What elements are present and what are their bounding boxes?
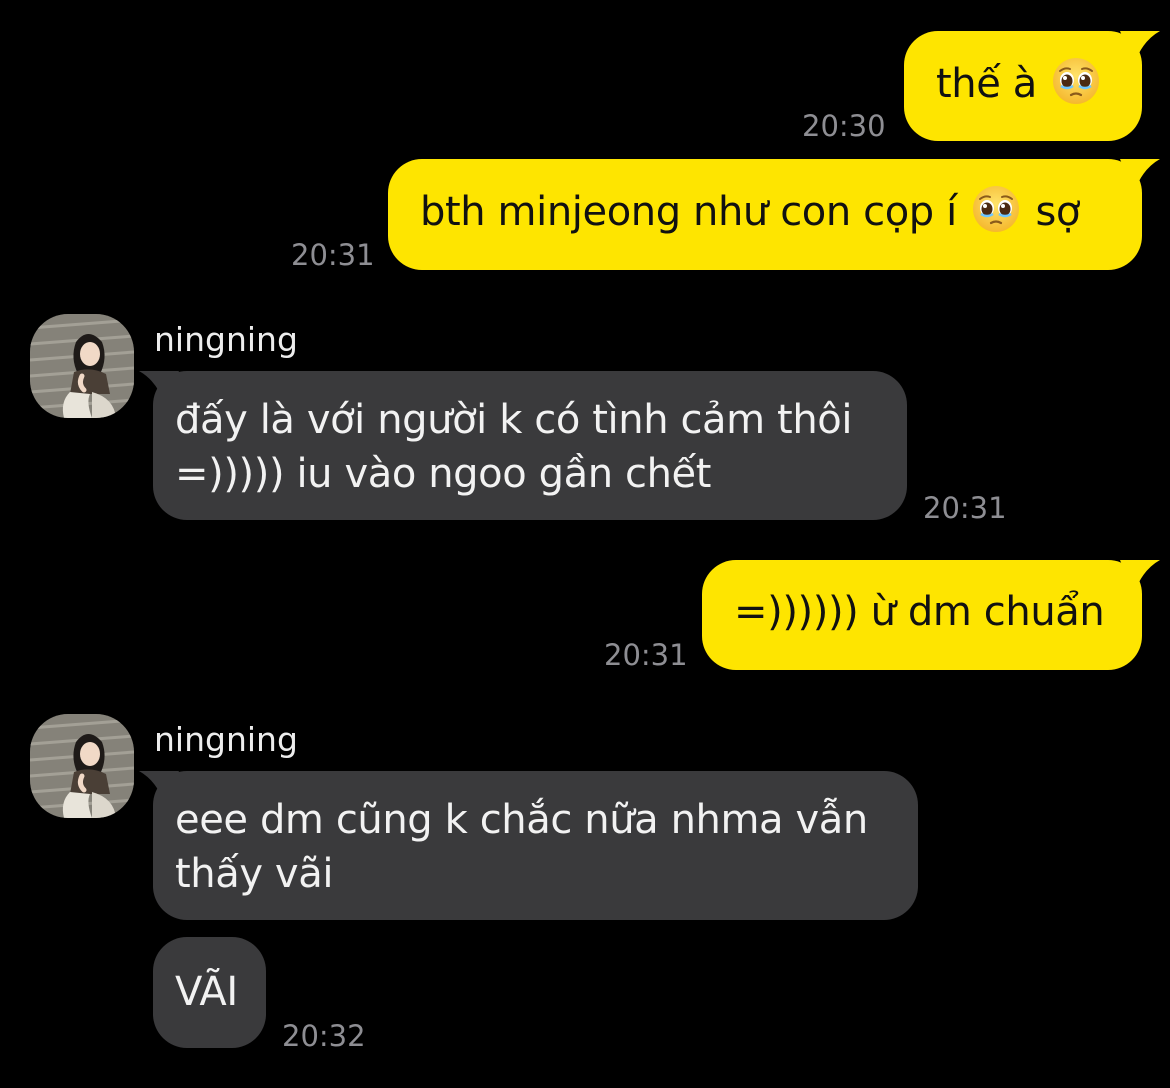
message-timestamp: 20:30: [802, 109, 886, 143]
message-text-suffix: sợ: [1035, 189, 1080, 235]
sender-name: ningning: [154, 320, 298, 359]
message-timestamp: 20:32: [282, 1019, 366, 1053]
bubble-tail: [1120, 31, 1160, 65]
incoming-message-bubble[interactable]: VÃI: [153, 937, 266, 1048]
bubble-tail: [139, 771, 179, 805]
message-text-line: thấy vãi: [175, 851, 334, 897]
outgoing-message-bubble[interactable]: =)))))) ừ dm chuẩn: [702, 560, 1160, 670]
message-text: VÃI: [175, 969, 238, 1015]
outgoing-message-bubble[interactable]: thế à: [904, 31, 1160, 141]
bubble-tail: [1120, 560, 1160, 594]
outgoing-message-bubble[interactable]: bth minjeong như con cọp í sợ: [388, 159, 1160, 270]
message-text: thế à: [936, 61, 1037, 107]
message-timestamp: 20:31: [604, 638, 688, 672]
message-text-line: đấy là với người k có tình cảm thôi: [175, 397, 853, 443]
pleading-face-emoji: [1051, 56, 1101, 106]
pleading-face-emoji: [971, 184, 1021, 234]
incoming-message-bubble[interactable]: eee dm cũng k chắc nữa nhma vẫn thấy vãi: [139, 771, 918, 920]
sender-name: ningning: [154, 720, 298, 759]
bubble-tail: [1120, 159, 1160, 193]
message-text-line: eee dm cũng k chắc nữa nhma vẫn: [175, 797, 868, 843]
message-timestamp: 20:31: [291, 238, 375, 272]
message-timestamp: 20:31: [923, 491, 1007, 525]
message-text: bth minjeong như con cọp í: [420, 189, 957, 235]
incoming-message-bubble[interactable]: đấy là với người k có tình cảm thôi =)))…: [139, 371, 907, 520]
message-text: =)))))) ừ dm chuẩn: [734, 589, 1105, 635]
contact-avatar[interactable]: [30, 714, 134, 818]
message-text-line: =))))) iu vào ngoo gần chết: [175, 451, 712, 497]
bubble-tail: [139, 371, 179, 405]
contact-avatar[interactable]: [30, 314, 134, 418]
